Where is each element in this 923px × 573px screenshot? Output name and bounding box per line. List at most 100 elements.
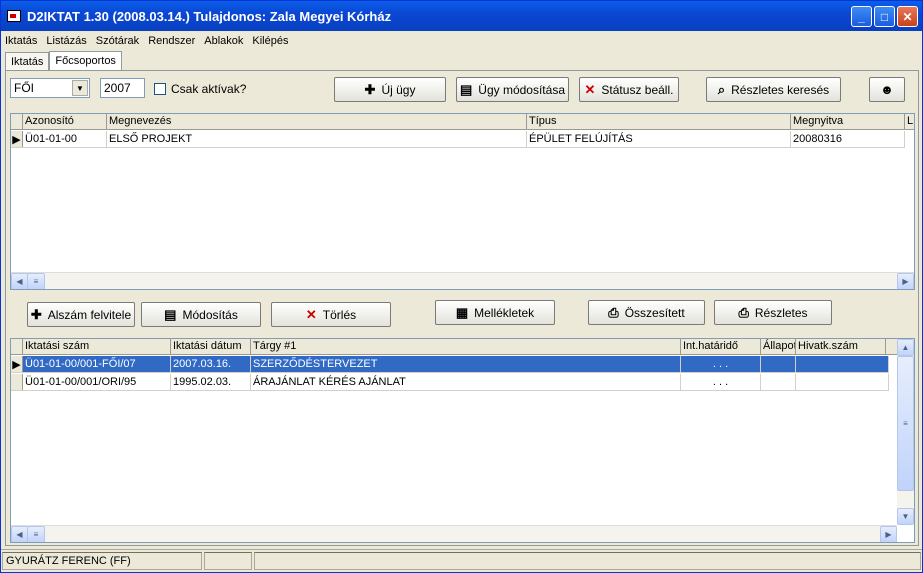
docs-horizontal-scrollbar[interactable]: ◀ ≡ ▶	[11, 525, 897, 542]
scroll-left-icon[interactable]: ◀	[11, 273, 28, 289]
col-azonosito[interactable]: Azonosító	[23, 114, 107, 129]
row-indicator-header	[11, 339, 23, 354]
close-button[interactable]: ✕	[897, 6, 918, 27]
col-tipus[interactable]: Típus	[527, 114, 791, 129]
help-person-icon: ☻	[880, 82, 894, 97]
cell-int-hatarido: . . .	[681, 374, 761, 390]
menu-kilepes[interactable]: Kilépés	[252, 35, 288, 47]
col-megnevezes[interactable]: Megnevezés	[107, 114, 527, 129]
set-status-button[interactable]: ✕ Státusz beáll.	[579, 77, 679, 102]
docs-vertical-scrollbar[interactable]: ▲ ≡ ▼	[897, 339, 914, 525]
help-button[interactable]: ☻	[869, 77, 905, 102]
add-subnumber-button[interactable]: ✚ Alszám felvitele	[27, 302, 135, 327]
cell-targy: SZERZŐDÉSTERVEZET	[251, 356, 681, 372]
tab-iktatas[interactable]: Iktatás	[5, 52, 50, 71]
tab-focsoportos[interactable]: Főcsoportos	[49, 51, 122, 71]
year-input[interactable]: 2007	[100, 78, 145, 98]
status-user: GYURÁTZ FERENC (FF)	[2, 552, 202, 570]
cases-horizontal-scrollbar[interactable]: ◀ ≡ ▶	[11, 272, 914, 289]
group-select[interactable]: FŐI ▼	[10, 78, 90, 98]
cell-hivatk-szam	[796, 356, 889, 372]
printer-icon: ⎙	[608, 304, 619, 320]
scroll-left-icon[interactable]: ◀	[11, 526, 28, 542]
documents-grid[interactable]: Iktatási szám Iktatási dátum Tárgy #1 In…	[10, 338, 915, 543]
main-window: D2IKTAT 1.30 (2008.03.14.) Tulajdonos: Z…	[0, 0, 923, 573]
new-case-button[interactable]: ✚ Új ügy	[334, 77, 446, 102]
modify-case-button[interactable]: ▤ Ügy módosítása	[456, 77, 569, 102]
col-hivatk-szam[interactable]: Hivatk.szám	[796, 339, 886, 354]
cell-iktatasi-datum: 1995.02.03.	[171, 374, 251, 390]
row-pointer-icon: ▶	[11, 131, 23, 147]
edit-document-icon: ▤	[459, 81, 473, 97]
scroll-right-icon[interactable]: ▶	[897, 273, 914, 289]
col-megnyitva[interactable]: Megnyitva	[791, 114, 905, 129]
active-only-label: Csak aktívak?	[171, 82, 247, 96]
status-panel-3	[254, 552, 921, 570]
set-status-label: Státusz beáll.	[601, 82, 674, 97]
status-panel-2	[204, 552, 252, 570]
delete-label: Törlés	[322, 307, 357, 322]
modify-label: Módosítás	[182, 307, 238, 322]
cell-allapot	[761, 356, 796, 372]
attachments-label: Mellékletek	[474, 305, 535, 320]
row-indicator	[11, 374, 23, 390]
status-bar: GYURÁTZ FERENC (FF)	[1, 549, 922, 572]
menu-listazas[interactable]: Listázás	[46, 35, 86, 47]
minimize-button[interactable]: _	[851, 6, 872, 27]
col-iktatasi-datum[interactable]: Iktatási dátum	[171, 339, 251, 354]
col-iktatasi-szam[interactable]: Iktatási szám	[23, 339, 171, 354]
window-title: D2IKTAT 1.30 (2008.03.14.) Tulajdonos: Z…	[27, 8, 392, 24]
scroll-right-icon[interactable]: ▶	[880, 526, 897, 542]
detailed-search-button[interactable]: ⌕ Részletes keresés	[706, 77, 841, 102]
summary-print-button[interactable]: ⎙ Összesített	[588, 300, 705, 325]
scroll-up-icon[interactable]: ▲	[897, 339, 914, 356]
scroll-thumb[interactable]: ≡	[27, 273, 45, 289]
table-row[interactable]: Ü01-01-00/001/ORI/95 1995.02.03. ÁRAJÁNL…	[11, 374, 889, 391]
cell-iktatasi-szam: Ü01-01-00/001-FŐI/07	[23, 356, 171, 372]
col-targy[interactable]: Tárgy #1	[251, 339, 681, 354]
summary-label: Összesített	[624, 305, 685, 320]
scroll-thumb[interactable]: ≡	[897, 356, 914, 491]
menu-iktatas[interactable]: Iktatás	[5, 35, 37, 47]
attachments-button[interactable]: ▦ Mellékletek	[435, 300, 555, 325]
menu-szotarak[interactable]: Szótárak	[96, 35, 139, 47]
row-pointer-icon: ▶	[11, 356, 23, 372]
detailed-print-button[interactable]: ⎙ Részletes	[714, 300, 832, 325]
detailed-search-label: Részletes keresés	[731, 82, 830, 97]
magnifier-icon: ⌕	[717, 81, 726, 97]
main-panel: FŐI ▼ 2007 Csak aktívak? ✚ Új ügy ▤ Ügy mó…	[5, 70, 919, 546]
modify-button[interactable]: ▤ Módosítás	[141, 302, 261, 327]
cases-grid-header: Azonosító Megnevezés Típus Megnyitva L	[11, 114, 914, 130]
calendar-grid-icon: ▦	[455, 304, 469, 320]
scroll-thumb[interactable]: ≡	[27, 526, 45, 542]
chevron-down-icon[interactable]: ▼	[72, 80, 88, 96]
table-row[interactable]: ▶ Ü01-01-00 ELSŐ PROJEKT ÉPÜLET FELÚJÍTÁ…	[11, 131, 905, 148]
checkbox-box[interactable]	[154, 83, 166, 95]
plus-icon: ✚	[364, 81, 376, 97]
col-allapot[interactable]: Állapot	[761, 339, 796, 354]
cell-hivatk-szam	[796, 374, 889, 390]
cell-megnevezes: ELSŐ PROJEKT	[107, 131, 527, 147]
cell-megnyitva: 20080316	[791, 131, 905, 147]
cell-azonosito: Ü01-01-00	[23, 131, 107, 147]
cell-iktatasi-datum: 2007.03.16.	[171, 356, 251, 372]
cases-grid[interactable]: Azonosító Megnevezés Típus Megnyitva L ▶…	[10, 113, 915, 290]
scroll-down-icon[interactable]: ▼	[897, 508, 914, 525]
menu-rendszer[interactable]: Rendszer	[148, 35, 195, 47]
details-label: Részletes	[754, 305, 808, 320]
modify-case-label: Ügy módosítása	[478, 82, 565, 97]
app-icon	[7, 10, 21, 22]
table-row[interactable]: ▶ Ü01-01-00/001-FŐI/07 2007.03.16. SZERZ…	[11, 356, 889, 373]
delete-button[interactable]: ✕ Törlés	[271, 302, 391, 327]
new-case-label: Új ügy	[381, 82, 416, 97]
active-only-checkbox[interactable]: Csak aktívak?	[154, 82, 246, 96]
row-indicator-header	[11, 114, 23, 129]
menu-ablakok[interactable]: Ablakok	[204, 35, 243, 47]
maximize-button[interactable]: □	[874, 6, 895, 27]
col-l[interactable]: L	[905, 114, 914, 129]
cell-tipus: ÉPÜLET FELÚJÍTÁS	[527, 131, 791, 147]
col-int-hatarido[interactable]: Int.határidő	[681, 339, 761, 354]
title-bar: D2IKTAT 1.30 (2008.03.14.) Tulajdonos: Z…	[1, 1, 922, 31]
menu-bar: Iktatás Listázás Szótárak Rendszer Ablak…	[1, 31, 922, 50]
group-select-value: FŐI	[14, 81, 34, 95]
